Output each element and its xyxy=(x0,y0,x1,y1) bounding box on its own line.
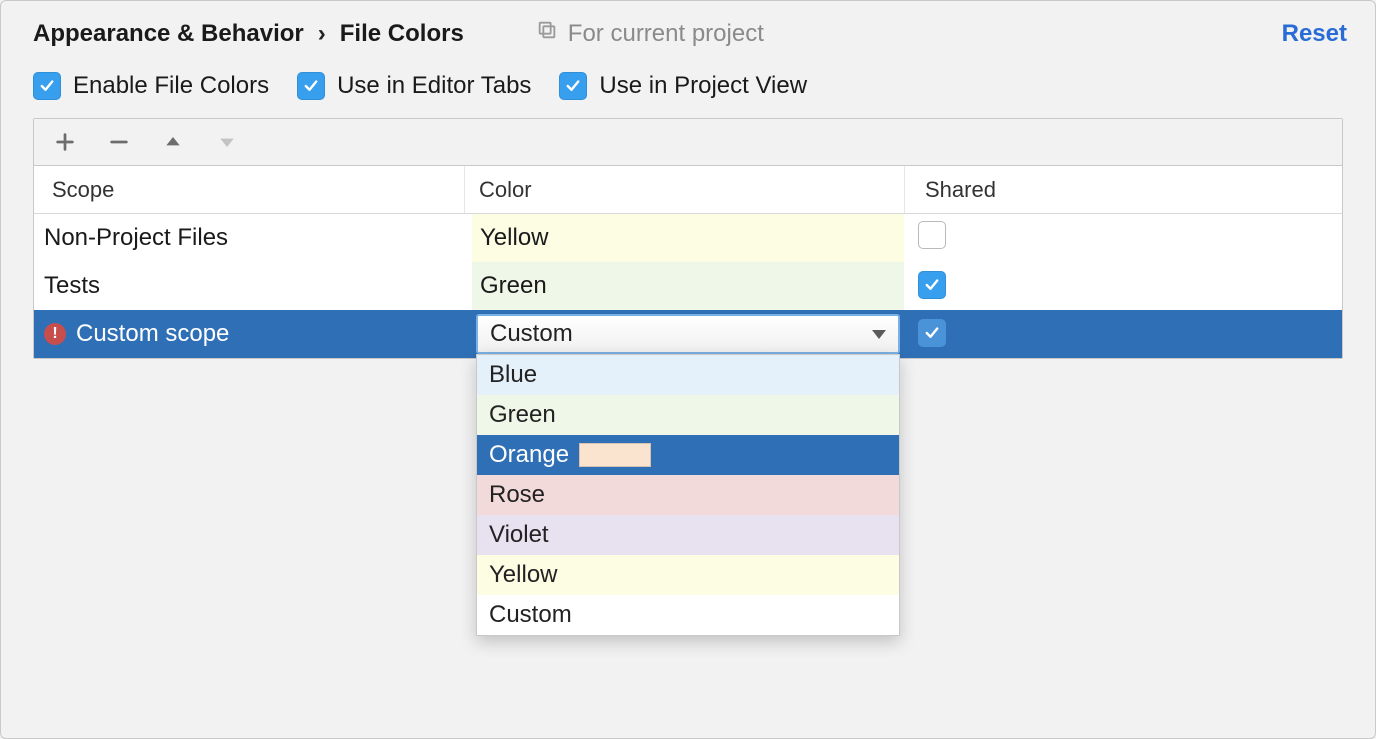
column-scope[interactable]: Scope xyxy=(34,177,464,203)
use-in-editor-tabs-checkbox[interactable]: Use in Editor Tabs xyxy=(297,72,531,100)
table-row[interactable]: Non-Project Files Yellow xyxy=(34,214,1342,262)
color-cell: Custom Blue Green Orange Rose Violet xyxy=(464,310,904,358)
file-colors-table: Scope Color Shared Non-Project Files Yel… xyxy=(34,166,1342,358)
table-header: Scope Color Shared xyxy=(34,166,1342,214)
color-swatch: Green xyxy=(472,262,904,310)
column-color[interactable]: Color xyxy=(464,166,904,213)
shared-cell[interactable] xyxy=(904,271,1342,301)
color-cell: Green xyxy=(464,262,904,310)
scope-cell: Non-Project Files xyxy=(34,224,464,252)
checkbox-icon[interactable] xyxy=(918,221,946,249)
orange-swatch xyxy=(579,443,651,467)
move-up-button[interactable] xyxy=(160,129,186,155)
color-dropdown: Blue Green Orange Rose Violet Yellow Cus… xyxy=(476,354,900,636)
color-combobox[interactable]: Custom xyxy=(476,314,900,354)
file-colors-panel: Scope Color Shared Non-Project Files Yel… xyxy=(33,118,1343,359)
options-row: Enable File Colors Use in Editor Tabs Us… xyxy=(1,58,1375,118)
checkbox-label: Use in Project View xyxy=(599,72,807,100)
color-option-custom[interactable]: Custom xyxy=(477,595,899,635)
option-label: Orange xyxy=(489,441,569,469)
color-cell: Yellow xyxy=(464,214,904,262)
scope-cell: ! Custom scope xyxy=(34,320,464,348)
checkbox-icon xyxy=(559,72,587,100)
color-option-yellow[interactable]: Yellow xyxy=(477,555,899,595)
column-shared[interactable]: Shared xyxy=(904,166,1342,213)
use-in-project-view-checkbox[interactable]: Use in Project View xyxy=(559,72,807,100)
add-button[interactable] xyxy=(52,129,78,155)
checkbox-icon[interactable] xyxy=(918,319,946,347)
breadcrumb-current: File Colors xyxy=(340,20,464,48)
color-option-green[interactable]: Green xyxy=(477,395,899,435)
color-option-violet[interactable]: Violet xyxy=(477,515,899,555)
settings-header: Appearance & Behavior › File Colors For … xyxy=(1,1,1375,58)
project-scope-hint-label: For current project xyxy=(568,20,764,48)
move-down-button[interactable] xyxy=(214,129,240,155)
breadcrumb-parent[interactable]: Appearance & Behavior xyxy=(33,20,304,48)
table-row[interactable]: Tests Green xyxy=(34,262,1342,310)
copy-icon xyxy=(536,19,558,48)
table-row[interactable]: ! Custom scope Custom Blue Green O xyxy=(34,310,1342,358)
color-option-orange[interactable]: Orange xyxy=(477,435,899,475)
checkbox-label: Use in Editor Tabs xyxy=(337,72,531,100)
shared-cell[interactable] xyxy=(904,221,1342,256)
enable-file-colors-checkbox[interactable]: Enable File Colors xyxy=(33,72,269,100)
shared-cell[interactable] xyxy=(904,319,1342,349)
color-swatch: Yellow xyxy=(472,214,904,262)
reset-button[interactable]: Reset xyxy=(1282,20,1347,48)
color-option-blue[interactable]: Blue xyxy=(477,355,899,395)
error-icon: ! xyxy=(44,323,66,345)
checkbox-label: Enable File Colors xyxy=(73,72,269,100)
checkbox-icon[interactable] xyxy=(918,271,946,299)
project-scope-hint: For current project xyxy=(536,19,764,48)
scope-label: Custom scope xyxy=(76,320,229,348)
chevron-down-icon xyxy=(872,330,886,339)
checkbox-icon xyxy=(297,72,325,100)
breadcrumb-separator: › xyxy=(318,20,326,48)
scope-cell: Tests xyxy=(34,272,464,300)
color-option-rose[interactable]: Rose xyxy=(477,475,899,515)
table-toolbar xyxy=(34,119,1342,166)
checkbox-icon xyxy=(33,72,61,100)
combobox-value: Custom xyxy=(490,320,573,348)
remove-button[interactable] xyxy=(106,129,132,155)
